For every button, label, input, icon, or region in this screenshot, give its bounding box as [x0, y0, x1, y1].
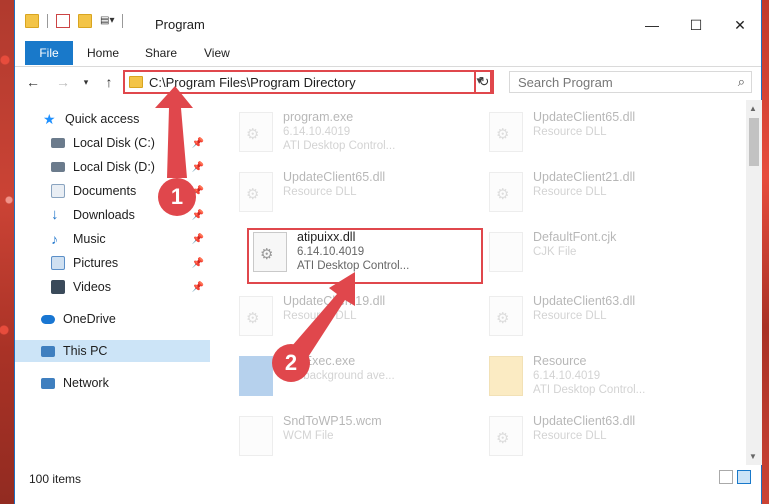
annotation-arrows — [155, 86, 355, 368]
arrow-one — [155, 86, 193, 178]
status-item-count: 100 items — [29, 472, 82, 486]
details-view-icon[interactable] — [719, 470, 733, 484]
callout-1: 1 — [158, 178, 196, 216]
callout-2: 2 — [272, 344, 310, 382]
file-explorer-window: ▤▾ Program — ☐ ✕ File Home Share View ← … — [14, 0, 762, 504]
tiles-view-icon[interactable] — [737, 470, 751, 484]
view-toggles — [719, 470, 751, 484]
desktop-background-left — [0, 0, 14, 504]
